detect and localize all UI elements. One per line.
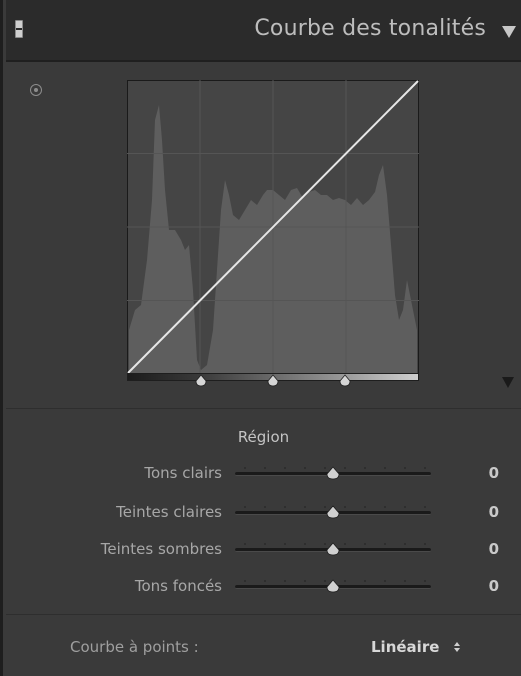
- triangle-down-icon[interactable]: [502, 26, 516, 38]
- slider-thumb[interactable]: [325, 505, 341, 519]
- slider-row-darks: Teintes sombres 0: [6, 538, 521, 562]
- slider-row-highlights: Tons clairs 0: [6, 462, 521, 486]
- split-handle-shadows[interactable]: [194, 374, 208, 388]
- slider-value[interactable]: 0: [489, 464, 499, 482]
- region-title: Région: [237, 428, 290, 446]
- slider-label: Tons foncés: [134, 577, 222, 595]
- tone-curve-panel: Courbe des tonalités Région Tons clairs: [0, 0, 521, 676]
- panel-collapse-icon[interactable]: [15, 20, 23, 38]
- slider-value[interactable]: 0: [489, 540, 499, 558]
- slider-row-shadows: Tons foncés 0: [6, 575, 521, 599]
- slider-thumb[interactable]: [325, 542, 341, 556]
- slider-value[interactable]: 0: [489, 503, 499, 521]
- slider-thumb[interactable]: [325, 579, 341, 593]
- triangle-down-icon[interactable]: [502, 377, 514, 388]
- panel-header[interactable]: Courbe des tonalités: [6, 0, 521, 62]
- point-curve-label: Courbe à points :: [70, 638, 199, 656]
- divider: [6, 614, 521, 615]
- target-adjustment-icon[interactable]: [30, 84, 42, 96]
- tone-curve-graph[interactable]: [127, 80, 419, 374]
- slider-label: Teintes claires: [116, 503, 222, 521]
- split-handle-midtones[interactable]: [266, 374, 280, 388]
- select-updown-icon[interactable]: [453, 641, 461, 653]
- panel-title[interactable]: Courbe des tonalités: [254, 16, 486, 41]
- slider-label: Teintes sombres: [100, 540, 222, 558]
- slider-label: Tons clairs: [144, 464, 222, 482]
- divider: [6, 408, 521, 409]
- slider-thumb[interactable]: [325, 466, 341, 480]
- point-curve-select[interactable]: Linéaire: [371, 638, 439, 656]
- split-handle-highlights[interactable]: [338, 374, 352, 388]
- slider-row-lights: Teintes claires 0: [6, 501, 521, 525]
- slider-value[interactable]: 0: [489, 577, 499, 595]
